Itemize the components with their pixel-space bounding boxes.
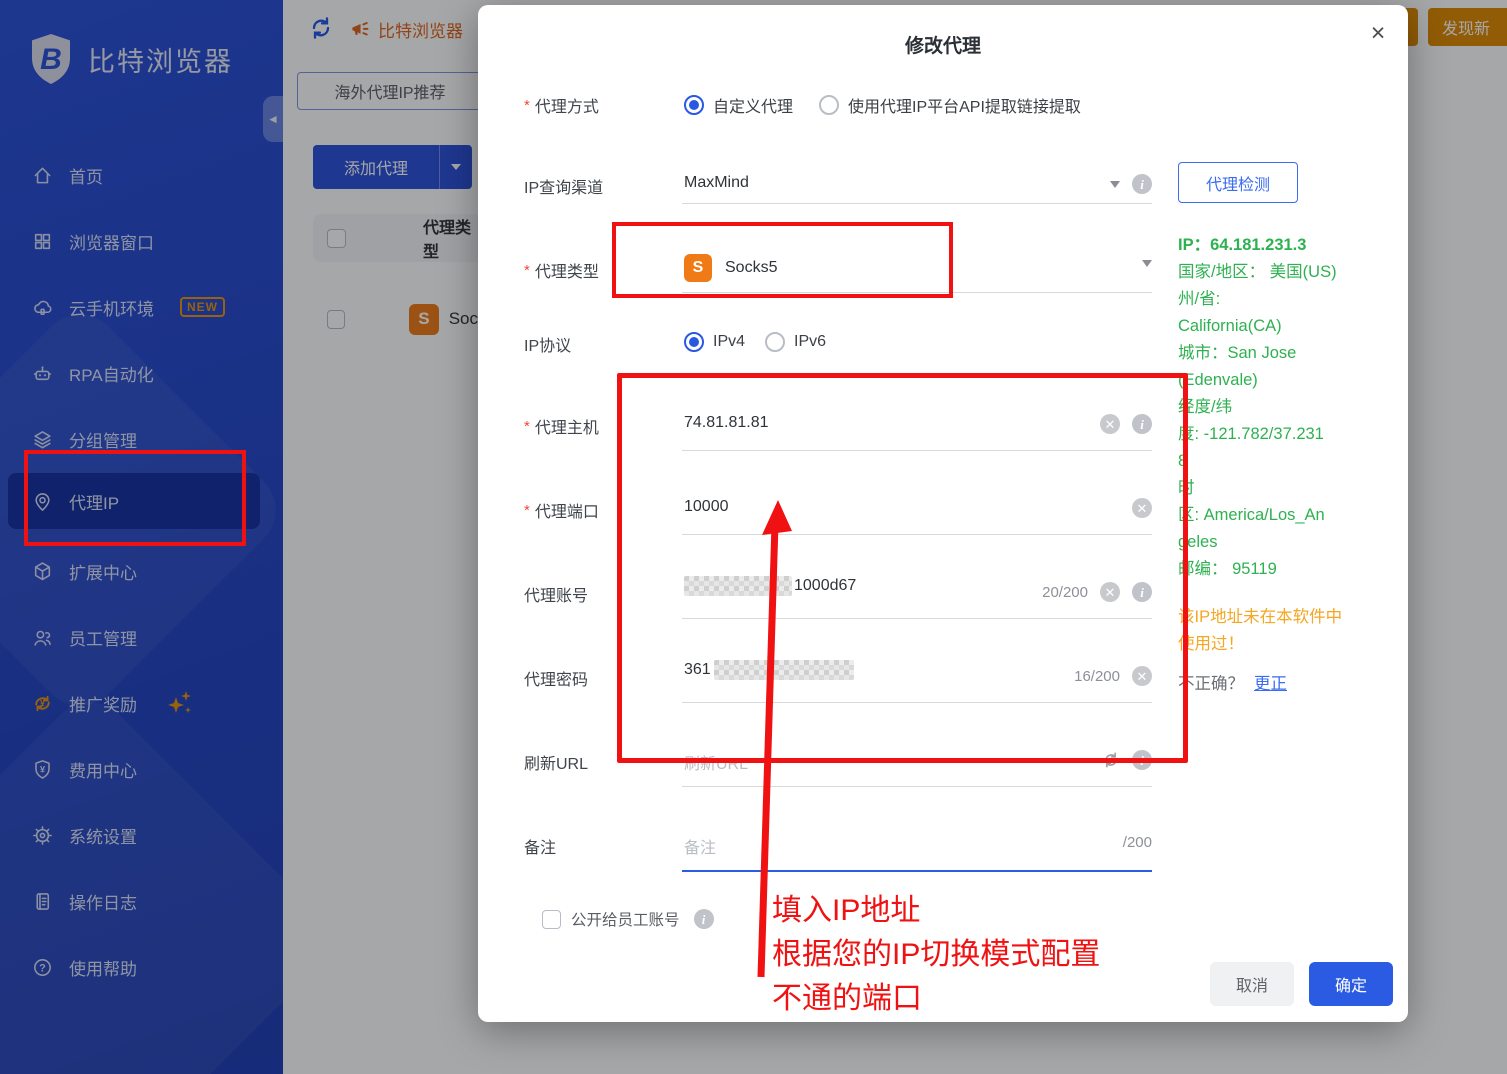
radio-ipv4[interactable] bbox=[684, 332, 704, 352]
field-label-ip-channel: IP查询渠道 bbox=[524, 174, 603, 198]
input-underline bbox=[682, 534, 1152, 535]
radio-ipv6-label: IPv6 bbox=[794, 333, 826, 351]
clear-icon[interactable]: ✕ bbox=[1100, 582, 1120, 602]
refresh-url-icon[interactable] bbox=[1102, 751, 1120, 769]
ip-protocol-radio-group: IPv4 IPv6 bbox=[684, 332, 826, 352]
ip-line: 8 bbox=[1178, 448, 1378, 475]
input-underline bbox=[682, 702, 1152, 703]
proxy-pass-input[interactable]: 361 bbox=[684, 660, 854, 680]
radio-custom-proxy[interactable] bbox=[684, 95, 704, 115]
ip-line: 经度/纬 bbox=[1178, 394, 1378, 421]
ip-line: (Edenvale) bbox=[1178, 367, 1378, 394]
proxy-user-input[interactable]: 1000d67 bbox=[684, 576, 856, 596]
proxy-host-trailing: ✕ i bbox=[1100, 414, 1152, 434]
proxy-port-trailing: ✕ bbox=[1132, 498, 1152, 518]
proxy-user-trailing: 20/200 ✕ i bbox=[1042, 582, 1152, 602]
cancel-button[interactable]: 取消 bbox=[1210, 962, 1294, 1006]
ip-line: 国家/地区： 美国(US) bbox=[1178, 259, 1378, 286]
field-label-ip-protocol: IP协议 bbox=[524, 332, 571, 356]
ip-unused-warning: 该IP地址未在本软件中 使用过！ bbox=[1178, 604, 1378, 658]
input-underline bbox=[682, 786, 1152, 787]
input-underline-focused bbox=[682, 870, 1152, 872]
input-underline bbox=[682, 450, 1152, 451]
field-label-proxy-host: * 代理主机 bbox=[524, 414, 599, 438]
refresh-url-trailing: i bbox=[1102, 750, 1152, 770]
clear-icon[interactable]: ✕ bbox=[1132, 666, 1152, 686]
field-label-proxy-type: * 代理类型 bbox=[524, 258, 599, 282]
chevron-down-icon[interactable] bbox=[1142, 260, 1152, 267]
proxy-user-visible: 1000d67 bbox=[794, 577, 856, 595]
ip-line: 邮编： 95119 bbox=[1178, 556, 1378, 583]
ip-line: 时 bbox=[1178, 475, 1378, 502]
close-icon[interactable]: × bbox=[1362, 17, 1394, 49]
required-asterisk: * bbox=[524, 502, 530, 519]
ip-detection-result: IP：64.181.231.3 国家/地区： 美国(US) 州/省: Calif… bbox=[1178, 232, 1378, 583]
radio-ipv6[interactable] bbox=[765, 332, 785, 352]
info-icon[interactable]: i bbox=[1132, 174, 1152, 194]
clear-icon[interactable]: ✕ bbox=[1100, 414, 1120, 434]
socks5-badge-icon: S bbox=[684, 254, 712, 282]
info-icon[interactable]: i bbox=[694, 909, 714, 929]
refresh-url-input[interactable]: 刷新URL bbox=[684, 750, 748, 774]
proxy-pass-visible: 361 bbox=[684, 661, 711, 679]
char-counter: /200 bbox=[1123, 834, 1152, 851]
share-to-staff-row: 公开给员工账号 i bbox=[542, 908, 714, 930]
ip-line: 州/省: bbox=[1178, 286, 1378, 313]
proxy-port-input[interactable]: 10000 bbox=[684, 498, 729, 516]
char-counter: 20/200 bbox=[1042, 584, 1088, 601]
info-icon[interactable]: i bbox=[1132, 414, 1152, 434]
ip-line: 城市：San Jose bbox=[1178, 340, 1378, 367]
redacted-blur bbox=[684, 576, 792, 596]
remark-trailing: /200 bbox=[1123, 834, 1152, 851]
proxy-host-input[interactable]: 74.81.81.81 bbox=[684, 414, 769, 432]
correct-link[interactable]: 更正 bbox=[1254, 675, 1287, 693]
radio-custom-proxy-label: 自定义代理 bbox=[713, 93, 793, 117]
edit-proxy-modal: 修改代理 × * 代理方式 自定义代理 使用代理IP平台API提取链接提取 IP… bbox=[478, 5, 1408, 1022]
share-checkbox-label: 公开给员工账号 bbox=[571, 908, 680, 930]
input-underline bbox=[682, 618, 1152, 619]
input-underline bbox=[682, 292, 1152, 293]
info-icon[interactable]: i bbox=[1132, 582, 1152, 602]
info-icon[interactable]: i bbox=[1132, 750, 1152, 770]
remark-input[interactable]: 备注 bbox=[684, 834, 716, 858]
share-checkbox[interactable] bbox=[542, 910, 561, 929]
char-counter: 16/200 bbox=[1074, 668, 1120, 685]
proxy-pass-trailing: 16/200 ✕ bbox=[1074, 666, 1152, 686]
field-label-proxy-mode: * 代理方式 bbox=[524, 93, 599, 117]
ip-line: 区: America/Los_An bbox=[1178, 502, 1378, 529]
ip-line: geles bbox=[1178, 529, 1378, 556]
required-asterisk: * bbox=[524, 97, 530, 114]
incorrect-text: 不正确？ bbox=[1178, 675, 1244, 693]
field-label-remark: 备注 bbox=[524, 834, 556, 858]
app-window: B 比特浏览器 ◄ 首页 浏览器窗口 云手机环境 NEW RPA自动化 分组管理 bbox=[0, 0, 1507, 1074]
correction-row: 不正确？ 更正 bbox=[1178, 670, 1287, 694]
ip-channel-select[interactable]: MaxMind bbox=[684, 174, 749, 192]
chevron-down-icon[interactable] bbox=[1110, 181, 1120, 188]
ip-line: 度: -121.782/37.231 bbox=[1178, 421, 1378, 448]
field-label-proxy-pass: 代理密码 bbox=[524, 666, 588, 690]
radio-api-extract-label: 使用代理IP平台API提取链接提取 bbox=[848, 93, 1081, 117]
field-label-refresh-url: 刷新URL bbox=[524, 750, 588, 774]
clear-icon[interactable]: ✕ bbox=[1132, 498, 1152, 518]
radio-ipv4-label: IPv4 bbox=[713, 333, 745, 351]
ip-line: IP：64.181.231.3 bbox=[1178, 232, 1378, 259]
redacted-blur bbox=[714, 660, 854, 680]
ip-channel-trailing: i bbox=[1110, 174, 1152, 194]
annotation-note: 填入IP地址 根据您的IP切换模式配置 不通的端口 bbox=[772, 889, 1100, 1021]
input-underline bbox=[682, 203, 1152, 204]
modal-title: 修改代理 bbox=[478, 31, 1408, 58]
required-asterisk: * bbox=[524, 262, 530, 279]
confirm-button[interactable]: 确定 bbox=[1309, 962, 1393, 1006]
field-label-proxy-user: 代理账号 bbox=[524, 582, 588, 606]
proxy-mode-radio-group: 自定义代理 使用代理IP平台API提取链接提取 bbox=[684, 93, 1081, 117]
field-label-proxy-port: * 代理端口 bbox=[524, 498, 599, 522]
radio-api-extract[interactable] bbox=[819, 95, 839, 115]
required-asterisk: * bbox=[524, 418, 530, 435]
proxy-check-button[interactable]: 代理检测 bbox=[1178, 162, 1298, 203]
ip-line: California(CA) bbox=[1178, 313, 1378, 340]
proxy-type-trailing bbox=[1142, 260, 1152, 267]
proxy-type-value: Socks5 bbox=[725, 259, 777, 277]
proxy-type-select[interactable]: S Socks5 bbox=[684, 254, 777, 282]
